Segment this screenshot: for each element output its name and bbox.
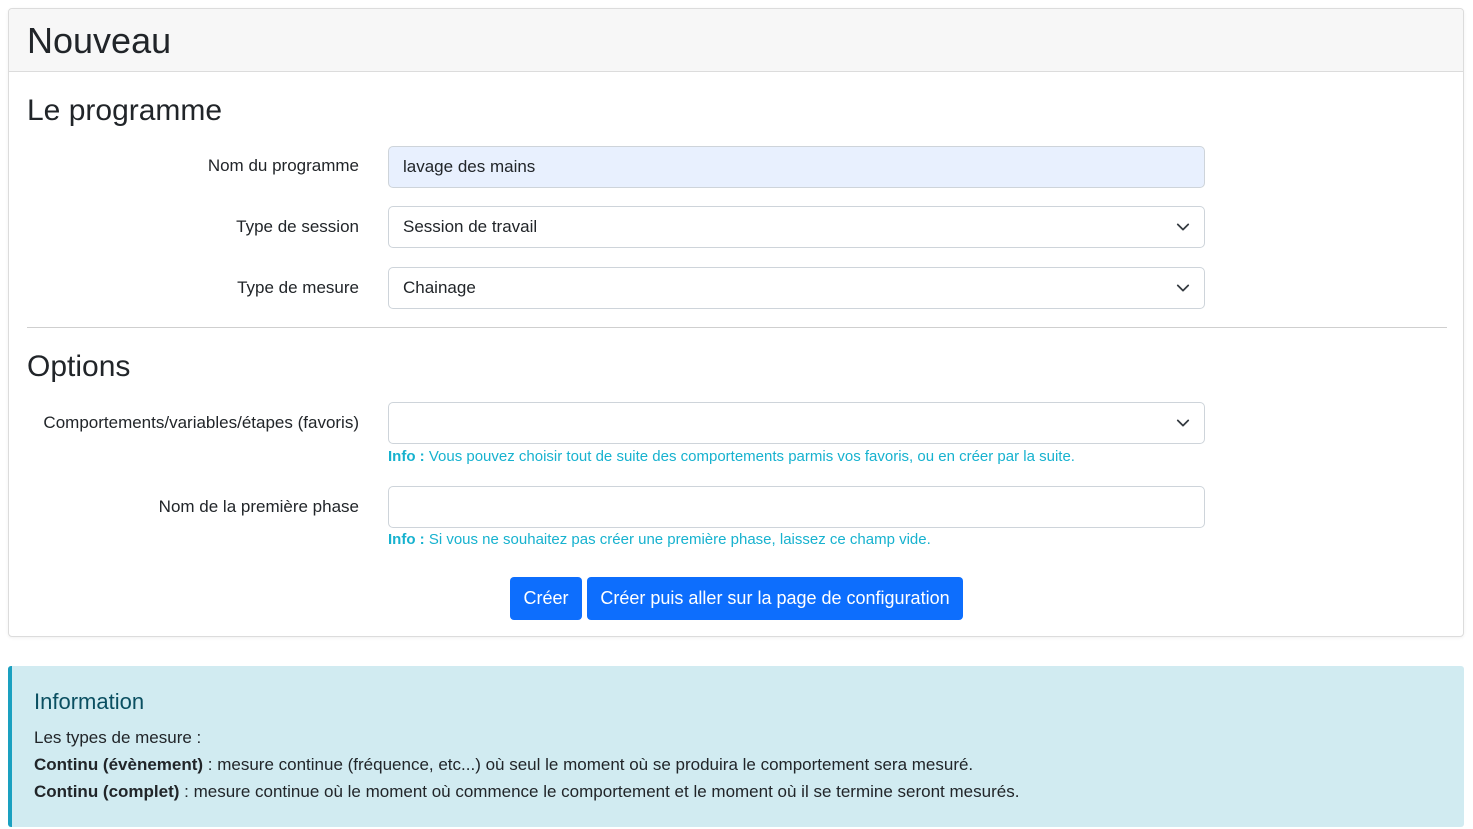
chevron-down-icon xyxy=(1176,419,1190,427)
chevron-down-icon xyxy=(1176,284,1190,292)
info-text: Vous pouvez choisir tout de suite des co… xyxy=(428,448,1075,465)
section-divider xyxy=(27,327,1447,328)
measure-type-name: Continu (complet) xyxy=(34,782,180,801)
session-type-value: Session de travail xyxy=(403,217,538,236)
first-phase-input[interactable] xyxy=(388,486,1205,528)
alert-line-complete: Continu (complet) : mesure continue où l… xyxy=(34,781,1019,803)
program-name-input[interactable] xyxy=(388,146,1205,188)
first-phase-info: Info : Si vous ne souhaitez pas créer un… xyxy=(388,531,931,549)
info-prefix: Info : xyxy=(388,448,425,465)
section-title-program: Le programme xyxy=(27,94,223,127)
behaviors-info: Info : Vous pouvez choisir tout de suite… xyxy=(388,448,1075,466)
measure-type-name: Continu (évènement) xyxy=(34,755,204,774)
measure-type-select[interactable]: Chainage xyxy=(388,267,1205,309)
create-button[interactable]: Créer xyxy=(510,577,582,620)
chevron-down-icon xyxy=(1176,223,1190,231)
info-text: Si vous ne souhaitez pas créer une premi… xyxy=(428,531,931,548)
card-title: Nouveau xyxy=(27,20,172,61)
behaviors-label: Comportements/variables/étapes (favoris) xyxy=(43,413,359,432)
measure-type-description: : mesure continue où le moment où commen… xyxy=(179,782,1020,801)
alert-intro: Les types de mesure : xyxy=(34,728,202,747)
measure-type-label: Type de mesure xyxy=(237,278,359,297)
create-and-configure-button[interactable]: Créer puis aller sur la page de configur… xyxy=(587,577,963,620)
alert-line-event: Continu (évènement) : mesure continue (f… xyxy=(34,754,973,776)
program-name-label: Nom du programme xyxy=(207,156,359,175)
alert-title: Information xyxy=(34,689,145,714)
new-program-card: Nouveau Le programme Nom du programme Ty… xyxy=(8,8,1464,637)
session-type-select[interactable]: Session de travail xyxy=(388,206,1205,248)
section-title-options: Options xyxy=(27,350,131,383)
first-phase-label: Nom de la première phase xyxy=(158,497,359,516)
behaviors-select[interactable] xyxy=(388,402,1205,444)
measure-type-description: : mesure continue (fréquence, etc...) où… xyxy=(203,755,974,774)
information-alert: Information Les types de mesure : Contin… xyxy=(8,666,1464,827)
info-prefix: Info : xyxy=(388,531,425,548)
measure-type-value: Chainage xyxy=(403,278,476,297)
card-header xyxy=(9,9,1463,72)
session-type-label: Type de session xyxy=(236,217,359,236)
